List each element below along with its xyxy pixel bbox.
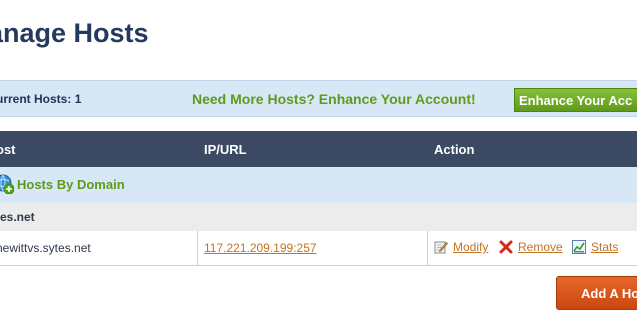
stats-link[interactable]: Stats: [591, 240, 618, 254]
chart-icon: [572, 240, 586, 254]
header-host: ost: [0, 142, 16, 157]
host-name: newittvs.sytes.net: [0, 241, 91, 255]
enhance-account-button[interactable]: Enhance Your Acc: [514, 88, 637, 112]
current-hosts-count: 1: [74, 92, 82, 106]
cell-divider: [197, 231, 198, 265]
remove-link[interactable]: Remove: [518, 240, 563, 254]
globe-add-icon: [0, 174, 14, 194]
table-header: ost IP/URL Action: [0, 131, 637, 167]
add-host-button[interactable]: Add A Ho: [556, 276, 637, 310]
header-action: Action: [434, 142, 475, 157]
page-title: anage Hosts: [0, 18, 149, 48]
table-row: newittvs.sytes.net 117.221.209.199:257 M…: [0, 231, 637, 266]
remove-x-icon: [499, 240, 513, 254]
group-row: Hosts By Domain: [0, 167, 637, 203]
domain-row: tes.net: [0, 203, 637, 231]
current-hosts-label: urrent Hosts:: [0, 92, 72, 106]
current-hosts: urrent Hosts: 1: [0, 92, 81, 106]
edit-icon: [434, 241, 448, 254]
modify-link[interactable]: Modify: [453, 240, 488, 254]
promo-text: Need More Hosts? Enhance Your Account!: [192, 91, 476, 107]
cell-divider: [427, 231, 428, 265]
header-ip-url: IP/URL: [204, 142, 247, 157]
hosts-by-domain-label: Hosts By Domain: [17, 177, 125, 192]
info-bar: urrent Hosts: 1 Need More Hosts? Enhance…: [0, 80, 637, 117]
ip-url-link[interactable]: 117.221.209.199:257: [204, 241, 317, 255]
domain-label: tes.net: [0, 210, 35, 224]
